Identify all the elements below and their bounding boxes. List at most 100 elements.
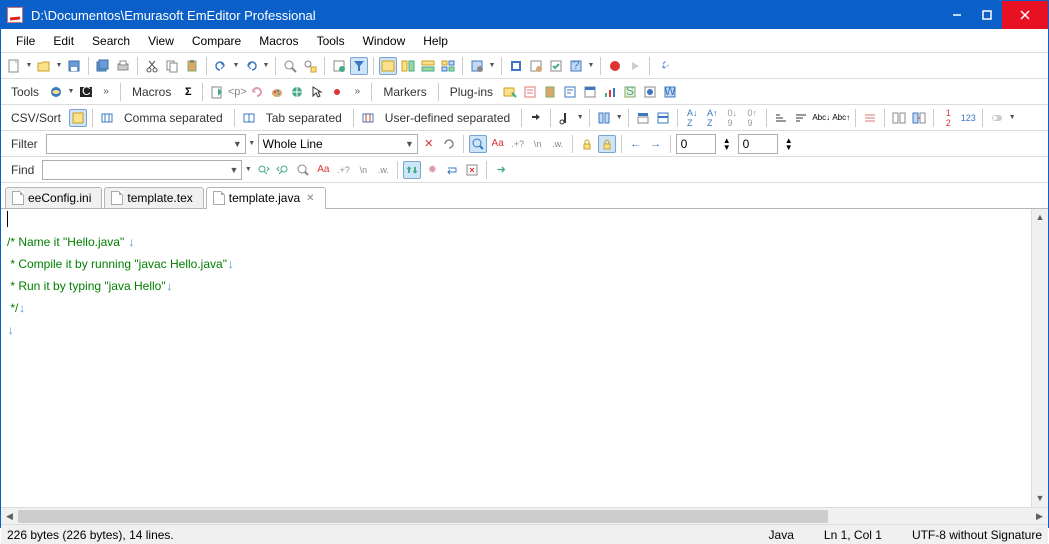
user-label[interactable]: User-defined separated: [379, 111, 516, 125]
menu-file[interactable]: File: [7, 32, 44, 50]
case-icon[interactable]: Aa: [489, 135, 507, 153]
sort-az-icon[interactable]: A↓Z: [683, 109, 701, 127]
sort-word-desc-icon[interactable]: Abc↑: [832, 109, 850, 127]
newline-icon[interactable]: \n: [354, 161, 372, 179]
menu-compare[interactable]: Compare: [183, 32, 250, 50]
dropdown-icon[interactable]: ▼: [244, 161, 252, 179]
header-icon[interactable]: [634, 109, 652, 127]
outline-icon[interactable]: [561, 83, 579, 101]
dot-icon[interactable]: [328, 83, 346, 101]
menu-help[interactable]: Help: [414, 32, 457, 50]
settings-icon[interactable]: [468, 57, 486, 75]
compare-icon[interactable]: [890, 109, 908, 127]
spin-2[interactable]: [738, 134, 778, 154]
dropdown-icon[interactable]: ▼: [67, 83, 75, 101]
dropdown-icon[interactable]: ▼: [615, 109, 623, 127]
menu-tools[interactable]: Tools: [308, 32, 354, 50]
undo-icon[interactable]: [212, 57, 230, 75]
lock-active-icon[interactable]: [598, 135, 616, 153]
freeze-icon[interactable]: [654, 109, 672, 127]
expand-icon[interactable]: »: [97, 83, 115, 101]
align-icon[interactable]: [861, 109, 879, 127]
scroll-down-icon[interactable]: ▼: [1032, 490, 1048, 507]
check-icon[interactable]: [547, 57, 565, 75]
bookmark-icon[interactable]: [330, 57, 348, 75]
tab-close-icon[interactable]: ✕: [306, 193, 314, 204]
play-icon[interactable]: [626, 57, 644, 75]
toggle-icon[interactable]: [988, 109, 1006, 127]
chart-icon[interactable]: [601, 83, 619, 101]
save-icon[interactable]: [65, 57, 83, 75]
highlight-icon[interactable]: ✸: [423, 161, 441, 179]
code-editor[interactable]: /* Name it "Hello.java" ↓ * Compile it b…: [1, 209, 1031, 507]
properties-icon[interactable]: ?: [567, 57, 585, 75]
app-icon[interactable]: [507, 57, 525, 75]
vertical-scrollbar[interactable]: ▲ ▼: [1031, 209, 1048, 507]
paste-icon[interactable]: [183, 57, 201, 75]
snippet-icon[interactable]: S: [621, 83, 639, 101]
dropdown-icon[interactable]: ▼: [1008, 109, 1016, 127]
find-prev-icon[interactable]: [254, 161, 272, 179]
print-icon[interactable]: [114, 57, 132, 75]
word-icon[interactable]: .w.: [549, 135, 567, 153]
list-icon[interactable]: [521, 83, 539, 101]
filter-icon[interactable]: [350, 57, 368, 75]
csv-comma-icon[interactable]: [98, 109, 116, 127]
csv-tab-icon[interactable]: [240, 109, 258, 127]
merge-icon[interactable]: [910, 109, 928, 127]
clear-icon[interactable]: ✕: [420, 135, 438, 153]
case-icon[interactable]: Aa: [314, 161, 332, 179]
maximize-button[interactable]: [972, 1, 1002, 29]
find-input[interactable]: ▼: [42, 160, 242, 180]
expand-icon[interactable]: »: [348, 83, 366, 101]
arrow-left-icon[interactable]: ←: [627, 135, 645, 153]
copy-icon[interactable]: [163, 57, 181, 75]
cut-column-icon[interactable]: [556, 109, 574, 127]
sigma-icon[interactable]: Σ: [179, 83, 197, 101]
dropdown-icon[interactable]: ▼: [587, 57, 595, 75]
comma-label[interactable]: Comma separated: [118, 111, 229, 125]
dropdown-icon[interactable]: ▼: [262, 57, 270, 75]
sort-za-icon[interactable]: A↑Z: [703, 109, 721, 127]
record-icon[interactable]: [606, 57, 624, 75]
number-icon[interactable]: 123: [959, 109, 977, 127]
dropdown-icon[interactable]: ▼: [488, 57, 496, 75]
close-button[interactable]: [1002, 1, 1048, 29]
folder-tree-icon[interactable]: [501, 83, 519, 101]
go-icon[interactable]: ➜: [492, 161, 510, 179]
wrench-icon[interactable]: [655, 57, 673, 75]
close-find-icon[interactable]: [463, 161, 481, 179]
filter-scope-select[interactable]: ▼: [258, 134, 418, 154]
cut-icon[interactable]: [143, 57, 161, 75]
edit-macro-icon[interactable]: [208, 83, 226, 101]
tab-label[interactable]: Tab separated: [260, 111, 348, 125]
word-icon[interactable]: W: [661, 83, 679, 101]
browser-icon[interactable]: [641, 83, 659, 101]
sort-len-icon[interactable]: [772, 109, 790, 127]
columns-icon[interactable]: [595, 109, 613, 127]
sort-len-desc-icon[interactable]: [792, 109, 810, 127]
tab-template-java[interactable]: template.java✕: [206, 187, 326, 209]
menu-search[interactable]: Search: [83, 32, 139, 50]
regex-icon[interactable]: .+?: [334, 161, 352, 179]
dropdown-icon[interactable]: ▼: [576, 109, 584, 127]
view-normal-icon[interactable]: [379, 57, 397, 75]
newline-icon[interactable]: \n: [529, 135, 547, 153]
sort-19-icon[interactable]: 0↓9: [723, 109, 741, 127]
spinner-icon[interactable]: ▲▼: [780, 135, 798, 153]
menu-edit[interactable]: Edit: [44, 32, 83, 50]
refresh-filter-icon[interactable]: [440, 135, 458, 153]
globe-icon[interactable]: [288, 83, 306, 101]
scroll-right-icon[interactable]: ▶: [1031, 508, 1048, 524]
view-icon[interactable]: [439, 57, 457, 75]
find-all-icon[interactable]: [294, 161, 312, 179]
convert-icon[interactable]: [527, 109, 545, 127]
regex-icon[interactable]: .+?: [509, 135, 527, 153]
view-split-icon[interactable]: [399, 57, 417, 75]
dropdown-icon[interactable]: ▼: [232, 57, 240, 75]
find-next-icon[interactable]: [274, 161, 292, 179]
dropdown-icon[interactable]: ▼: [55, 57, 63, 75]
sync-icon[interactable]: [403, 161, 421, 179]
new-file-icon[interactable]: [5, 57, 23, 75]
dropdown-icon[interactable]: ▼: [248, 135, 256, 153]
